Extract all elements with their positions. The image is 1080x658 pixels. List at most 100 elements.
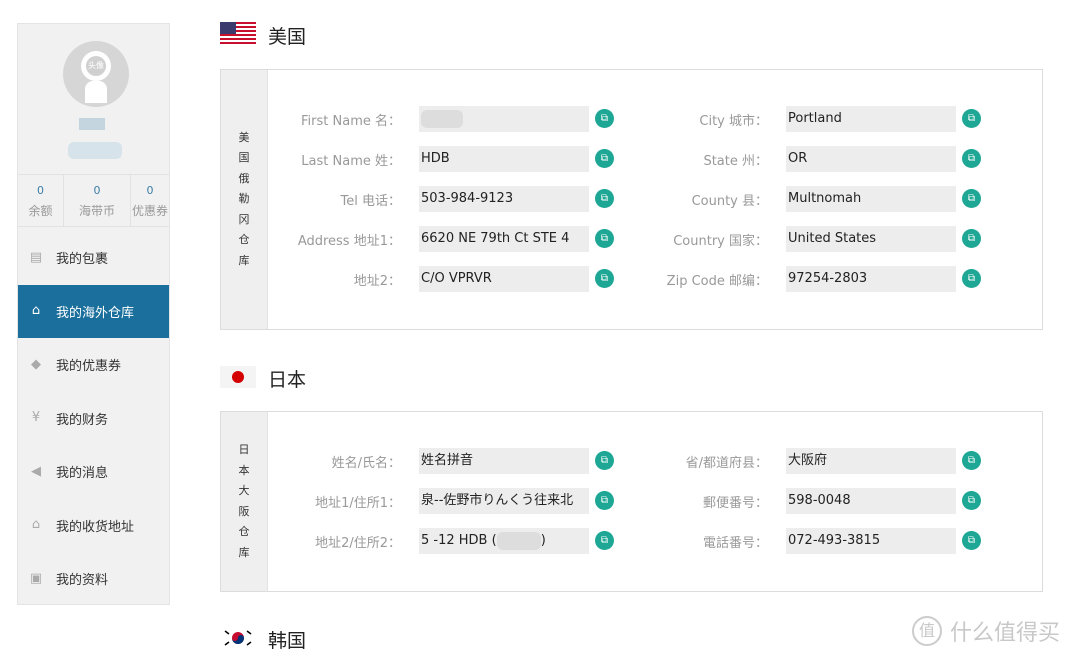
speaker-icon: ◀: [31, 463, 41, 479]
address-field-row: 郵便番号： 598-0048 ⧉: [586, 488, 981, 514]
field-label: Tel 电话：: [340, 193, 401, 209]
field-value[interactable]: 6620 NE 79th Ct STE 4: [419, 226, 589, 252]
field-value-text: Portland: [788, 111, 842, 126]
field-value[interactable]: 072-493-3815: [786, 528, 956, 554]
field-value[interactable]: 598-0048: [786, 488, 956, 514]
yen-icon: ¥: [31, 410, 41, 426]
field-label: 省/都道府县：: [685, 455, 768, 471]
field-label: 地址2/住所2：: [315, 535, 401, 551]
stat-coins[interactable]: 0 海带币: [64, 175, 131, 226]
field-value-text: 大阪府: [788, 453, 828, 468]
field-value-text: 6620 NE 79th Ct STE 4: [421, 231, 570, 246]
sidebar: 头像 0 余额 0 海带币 0 优惠券 ▤ 我的包裹 ⌂ 我的海外仓库 ◆ 我的优惠券 ¥ 我…: [17, 23, 170, 605]
sidebar-item-warehouse[interactable]: ⌂ 我的海外仓库: [18, 284, 169, 338]
field-value[interactable]: 姓名拼音: [419, 448, 589, 474]
home-icon: ⌂: [31, 303, 41, 319]
copy-icon[interactable]: ⧉: [962, 530, 981, 550]
field-value[interactable]: Portland: [786, 106, 956, 132]
avatar[interactable]: 头像: [63, 41, 129, 107]
stat-coupons[interactable]: 0 优惠券: [131, 175, 169, 226]
field-value-text: 503-984-9123: [421, 191, 514, 206]
sidebar-item-packages[interactable]: ▤ 我的包裹: [18, 231, 169, 285]
copy-icon[interactable]: ⧉: [962, 148, 981, 168]
field-value[interactable]: 97254-2803: [786, 266, 956, 292]
sidebar-item-coupons[interactable]: ◆ 我的优惠券: [18, 338, 169, 392]
username-redacted: [79, 118, 105, 130]
field-value-text: C/O VPRVR: [421, 271, 492, 286]
sidebar-menu: ▤ 我的包裹 ⌂ 我的海外仓库 ◆ 我的优惠券 ¥ 我的财务 ◀ 我的消息 ⌂ 我的收货地址…: [18, 231, 169, 606]
address-field-row: 地址1/住所1： 泉--佐野市りんくう往来北 ⧉: [219, 488, 614, 514]
section-title-kr: 韩国: [268, 630, 307, 652]
field-label: Country 国家：: [673, 233, 768, 249]
field-label: 電話番号：: [702, 535, 768, 551]
field-value[interactable]: C/O VPRVR: [419, 266, 589, 292]
field-value-text: 598-0048: [788, 493, 851, 508]
field-label: First Name 名：: [301, 113, 401, 129]
field-label: 姓名/氏名：: [331, 455, 401, 471]
field-value-text: United States: [788, 231, 877, 246]
field-value[interactable]: Multnomah: [786, 186, 956, 212]
field-label: 地址2：: [353, 273, 401, 289]
sidebar-item-messages[interactable]: ◀ 我的消息: [18, 445, 169, 499]
watermark: 值什么值得买: [912, 615, 1060, 647]
field-label: State 州：: [703, 153, 768, 169]
field-label: Last Name 姓：: [301, 153, 401, 169]
field-value-suffix: ): [540, 533, 546, 548]
address-field-row: 電話番号： 072-493-3815 ⧉: [586, 528, 981, 554]
field-value[interactable]: [419, 106, 589, 132]
address-field-row: Zip Code 邮编： 97254-2803 ⧉: [586, 266, 981, 292]
us-flag-icon: [220, 22, 256, 44]
field-value-text: 072-493-3815: [788, 533, 881, 548]
field-value-text: Multnomah: [788, 191, 862, 206]
copy-icon[interactable]: ⧉: [962, 228, 981, 248]
stats: 0 余额 0 海带币 0 优惠券: [18, 174, 169, 227]
field-label: County 县：: [691, 193, 768, 209]
copy-icon[interactable]: ⧉: [962, 490, 981, 510]
tag-icon: ◆: [31, 356, 41, 372]
package-icon: ▤: [29, 249, 43, 265]
redacted-value: [421, 109, 463, 128]
address-field-row: Country 国家： United States ⧉: [586, 226, 981, 252]
sidebar-item-addresses[interactable]: ⌂ 我的收货地址: [18, 499, 169, 553]
field-label: 地址1/住所1：: [315, 495, 401, 511]
address-field-row: Last Name 姓： HDB ⧉: [219, 146, 614, 172]
field-label: Address 地址1：: [297, 233, 401, 249]
field-value-text: HDB: [421, 151, 450, 166]
address-field-row: State 州： OR ⧉: [586, 146, 981, 172]
field-value-text: 5 -12 HDB (: [421, 533, 497, 548]
address-field-row: 姓名/氏名： 姓名拼音 ⧉: [219, 448, 614, 474]
jp-flag-icon: [220, 366, 256, 388]
home-icon: ⌂: [31, 517, 41, 533]
field-label: 郵便番号：: [702, 495, 768, 511]
address-field-row: 地址2： C/O VPRVR ⧉: [219, 266, 614, 292]
address-field-row: Tel 电话： 503-984-9123 ⧉: [219, 186, 614, 212]
id-card-icon: ▣: [29, 570, 43, 586]
field-value-text: OR: [788, 151, 808, 166]
field-value[interactable]: 泉--佐野市りんくう往来北: [419, 488, 589, 514]
address-field-row: 省/都道府县： 大阪府 ⧉: [586, 448, 981, 474]
user-link-redacted[interactable]: [68, 142, 122, 159]
stat-balance[interactable]: 0 余额: [18, 175, 64, 226]
copy-icon[interactable]: ⧉: [962, 450, 981, 470]
field-value[interactable]: HDB: [419, 146, 589, 172]
sidebar-item-finance[interactable]: ¥ 我的财务: [18, 392, 169, 446]
field-value[interactable]: 503-984-9123: [419, 186, 589, 212]
field-value[interactable]: United States: [786, 226, 956, 252]
kr-flag-icon: [220, 627, 256, 649]
address-field-row: First Name 名： ⧉: [219, 106, 614, 132]
field-value[interactable]: 大阪府: [786, 448, 956, 474]
field-value-text: 97254-2803: [788, 271, 868, 286]
field-value[interactable]: 5 -12 HDB (): [419, 528, 589, 554]
address-field-row: City 城市： Portland ⧉: [586, 106, 981, 132]
copy-icon[interactable]: ⧉: [962, 268, 981, 288]
section-title-us: 美国: [268, 26, 307, 48]
address-field-row: Address 地址1： 6620 NE 79th Ct STE 4 ⧉: [219, 226, 614, 252]
copy-icon[interactable]: ⧉: [962, 188, 981, 208]
field-value[interactable]: OR: [786, 146, 956, 172]
copy-icon[interactable]: ⧉: [962, 108, 981, 128]
section-title-jp: 日本: [268, 369, 307, 391]
sidebar-item-profile[interactable]: ▣ 我的资料: [18, 552, 169, 606]
address-field-row: 地址2/住所2： 5 -12 HDB () ⧉: [219, 528, 614, 554]
field-value-text: 姓名拼音: [421, 453, 474, 468]
redacted-value: [496, 531, 541, 550]
